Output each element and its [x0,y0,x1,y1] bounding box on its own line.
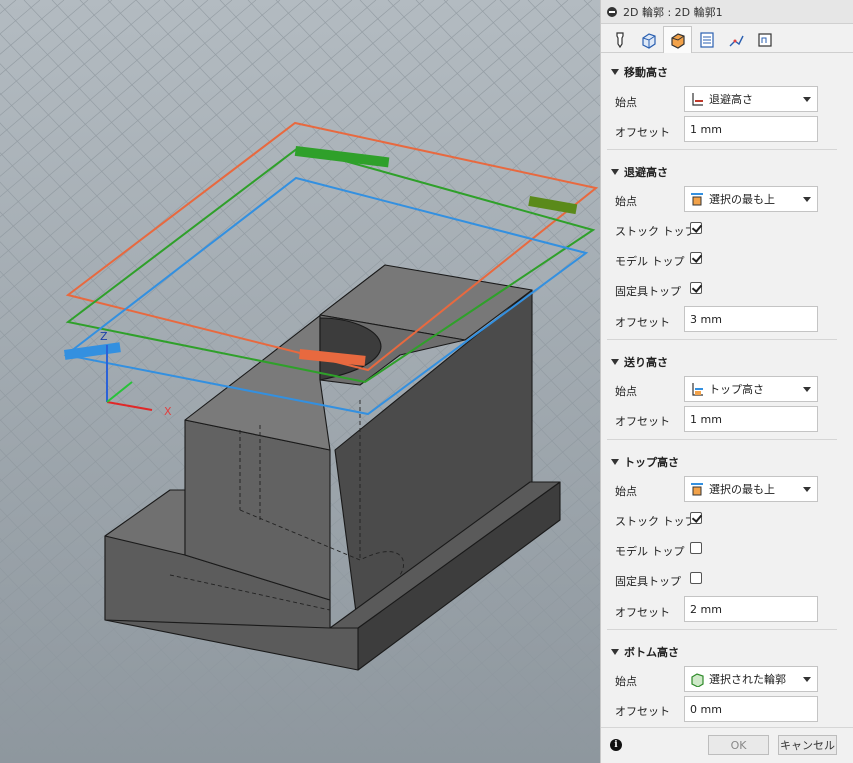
chevron-down-icon [803,387,811,392]
top-model-top-checkbox[interactable] [690,542,702,554]
info-icon[interactable]: i [610,739,622,751]
bottom-from-dropdown[interactable]: 選択された輪郭 [684,666,818,692]
chevron-down-icon [803,197,811,202]
retract-offset-input[interactable]: 3 mm [684,306,818,332]
3d-viewport[interactable]: Z X [0,0,600,763]
tab-shape[interactable] [750,26,779,52]
offset-label: オフセット [615,415,670,428]
section-title: トップ高さ [624,456,679,469]
top-stock-top-checkbox[interactable] [690,512,702,524]
model-top-label: モデル トップ [615,545,685,558]
tab-geometry[interactable] [634,26,663,52]
top-height-icon [692,383,703,396]
section-title: 退避高さ [624,166,668,179]
dropdown-value: 退避高さ [709,93,753,106]
bottom-height-header[interactable]: ボトム高さ [611,644,679,660]
offset-label: オフセット [615,606,670,619]
tool-icon [615,31,624,48]
from-label: 始点 [615,96,637,109]
offset-label: オフセット [615,705,670,718]
panel-title: 2D 輪郭 : 2D 輪郭1 [623,5,723,19]
tab-tool[interactable] [605,26,634,52]
linking-icon [729,35,744,46]
top-offset-input[interactable]: 2 mm [684,596,818,622]
divider [607,439,837,440]
collapse-triangle-icon [611,359,619,365]
feed-offset-input[interactable]: 1 mm [684,406,818,432]
feed-from-dropdown[interactable]: トップ高さ [684,376,818,402]
dropdown-value: 選択の最も上 [709,483,775,496]
fixture-top-label: 固定具トップ [615,575,681,588]
top-from-dropdown[interactable]: 選択の最も上 [684,476,818,502]
tab-bar [601,24,853,53]
fixture-top-label: 固定具トップ [615,285,681,298]
cancel-button[interactable]: キャンセル [778,735,837,755]
from-label: 始点 [615,195,637,208]
collapse-triangle-icon [611,169,619,175]
clearance-offset-input[interactable]: 1 mm [684,116,818,142]
geometry-icon [641,32,656,49]
chevron-down-icon [803,97,811,102]
top-height-header[interactable]: トップ高さ [611,454,679,470]
retract-model-top-checkbox[interactable] [690,252,702,264]
bottom-offset-input[interactable]: 0 mm [684,696,818,722]
stock-top-label: ストック トップ [615,515,696,528]
viewport-canvas: Z X [0,0,600,763]
offset-label: オフセット [615,316,670,329]
section-title: 送り高さ [624,356,668,369]
divider [607,339,837,340]
collapse-triangle-icon [611,649,619,655]
heights-icon [670,33,685,49]
tab-linking[interactable] [721,26,750,52]
panel-footer: i OK キャンセル [601,727,853,763]
panel-header: 2D 輪郭 : 2D 輪郭1 [601,0,853,24]
section-title: 移動高さ [624,66,668,79]
collapse-triangle-icon [611,69,619,75]
top-fixture-top-checkbox[interactable] [690,572,702,584]
ok-button[interactable]: OK [708,735,769,755]
passes-icon [699,31,714,48]
retract-stock-top-checkbox[interactable] [690,222,702,234]
dropdown-value: 選択された輪郭 [709,673,786,686]
axis-x-label: X [164,405,172,418]
selection-top-icon [691,193,703,206]
retract-fixture-top-checkbox[interactable] [690,282,702,294]
collapse-triangle-icon [611,459,619,465]
operation-panel: 2D 輪郭 : 2D 輪郭1 移動高さ 始点 退避高さ オフセット 1 mm 退… [600,0,853,763]
stock-top-label: ストック トップ [615,225,696,238]
clearance-height-header[interactable]: 移動高さ [611,64,668,80]
retract-from-dropdown[interactable]: 選択の最も上 [684,186,818,212]
divider [607,149,837,150]
offset-label: オフセット [615,126,670,139]
selection-top-icon [691,483,703,496]
model-top-label: モデル トップ [615,255,685,268]
from-label: 始点 [615,385,637,398]
from-label: 始点 [615,675,637,688]
chevron-down-icon [803,487,811,492]
retract-height-icon [692,93,703,106]
tab-heights[interactable] [663,26,692,53]
chevron-down-icon [803,677,811,682]
collapse-icon[interactable] [607,6,617,17]
selected-contour-icon [691,673,704,687]
dropdown-value: 選択の最も上 [709,193,775,206]
retract-height-header[interactable]: 退避高さ [611,164,668,180]
clearance-from-dropdown[interactable]: 退避高さ [684,86,818,112]
dropdown-value: トップ高さ [709,383,764,396]
tab-passes[interactable] [692,26,721,52]
section-title: ボトム高さ [624,646,679,659]
from-label: 始点 [615,485,637,498]
shape-icon [757,32,772,47]
axis-z-label: Z [100,330,108,343]
feed-height-header[interactable]: 送り高さ [611,354,668,370]
divider [607,629,837,630]
